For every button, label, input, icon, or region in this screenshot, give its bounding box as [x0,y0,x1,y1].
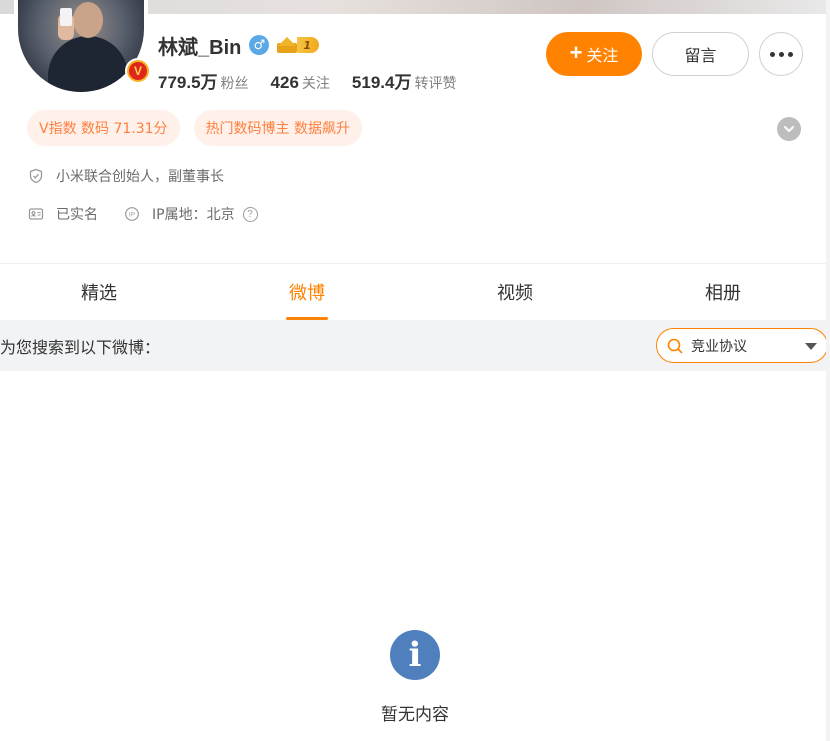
search-icon [667,338,683,353]
profile-name-row: 林斌_Bin ♂ 1 [158,31,319,59]
reposts-likes-count: 519.4万 [351,73,412,92]
ip-location-text: IP属地：北京 [152,207,235,223]
vip-crown-level-icon[interactable]: 1 [277,36,319,54]
search-results-title: 为您搜索到以下微博： [0,337,161,357]
following-label: 关注 [301,76,330,92]
expand-chevron-down-icon[interactable] [777,117,801,141]
help-question-icon[interactable]: ? [242,206,258,222]
hot-blogger-tag[interactable]: 热门数码博主 数据飙升 [193,110,363,146]
message-button[interactable]: 留言 [652,32,749,76]
profile-tabs: 精选 微博 视频 相册 [0,264,830,320]
tab-albums[interactable]: 相册 [702,264,744,320]
reposts-likes-label: 转评赞 [414,76,457,92]
info-icon: i [390,630,440,680]
more-dot-icon [778,51,784,57]
verified-realname-text: 已实名 [56,207,98,223]
profile-name: 林斌_Bin [158,36,242,59]
tab-videos[interactable]: 视频 [494,264,536,320]
followers-stat[interactable]: 779.5万 粉丝 [158,68,249,93]
search-input[interactable] [691,337,791,354]
profile-stats: 779.5万 粉丝 426 关注 519.4万 转评赞 [158,68,456,93]
following-stat[interactable]: 426 关注 [271,73,330,93]
followers-count: 779.5万 [158,73,218,92]
follow-button[interactable]: + 关注 [546,32,642,76]
reposts-likes-stat[interactable]: 519.4万 转评赞 [352,68,457,93]
search-results-bar: 为您搜索到以下微博： [0,320,830,371]
following-count: 426 [270,73,299,92]
identity-row: 已实名 IP IP属地：北京 ? [28,204,258,224]
more-dot-icon [769,51,775,57]
id-card-icon [28,206,44,222]
tab-featured[interactable]: 精选 [78,264,120,320]
ip-location-icon: IP [124,206,140,222]
search-box[interactable] [656,328,828,363]
plus-icon: + [569,40,583,65]
avatar-frame [14,0,148,96]
verified-v-badge-icon: V [125,58,151,84]
empty-state: i 暂无内容 [0,630,830,725]
crown-icon [277,37,298,53]
avatar-photo [18,0,144,92]
profile-tags: V指数 数码 71.31分 热门数码博主 数据飙升 [27,110,363,146]
bio-row: 小米联合创始人，副董事长 [28,166,224,186]
empty-state-text: 暂无内容 [381,705,449,725]
more-options-button[interactable] [759,32,803,76]
followers-label: 粉丝 [220,76,249,92]
v-index-tag[interactable]: V指数 数码 71.31分 [27,110,180,146]
avatar[interactable]: V [14,0,151,96]
more-dot-icon [787,51,793,57]
bio-text: 小米联合创始人，副董事长 [56,169,224,185]
shield-check-icon [28,168,44,184]
scrollbar[interactable] [826,0,830,741]
svg-text:IP: IP [129,212,135,219]
male-gender-icon: ♂ [249,35,270,55]
dropdown-caret-icon[interactable] [805,343,817,350]
tab-weibo[interactable]: 微博 [286,264,328,320]
vip-level: 1 [297,37,319,53]
follow-label: 关注 [586,48,619,65]
